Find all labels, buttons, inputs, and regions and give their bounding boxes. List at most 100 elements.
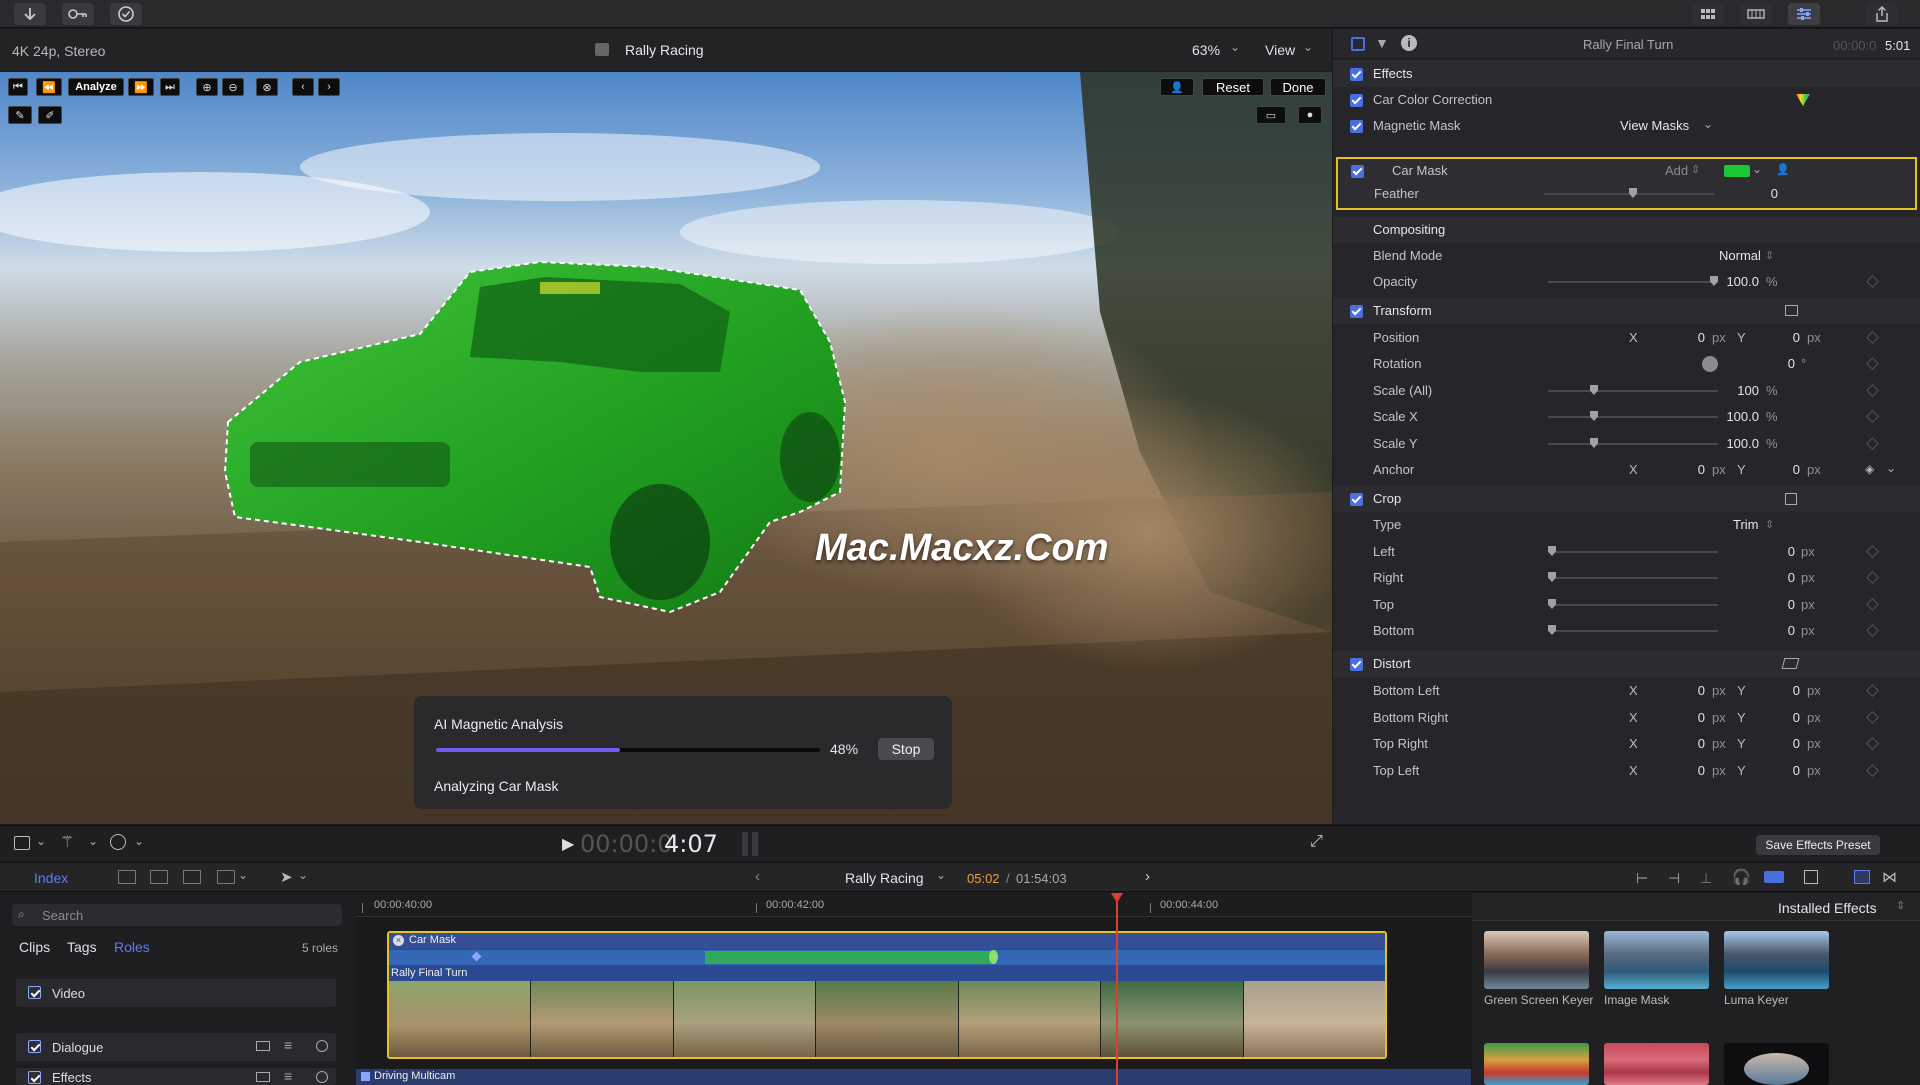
- car-mask-group[interactable]: Car Mask Add ⇕ ⌄ 👤 Feather 0: [1336, 157, 1917, 210]
- effect-thumb[interactable]: [1724, 1043, 1829, 1085]
- scale-x-value[interactable]: 100.0: [1701, 409, 1759, 424]
- background-tasks-button[interactable]: [110, 3, 142, 25]
- transform-checkbox[interactable]: [1350, 305, 1363, 318]
- import-button[interactable]: [14, 3, 46, 25]
- crop-bottom-row[interactable]: Bottom 0 px: [1333, 618, 1920, 644]
- next-button[interactable]: ›: [318, 78, 340, 96]
- transform-chevron-down-icon[interactable]: ⌄: [36, 834, 46, 848]
- transform-tool-icon[interactable]: [14, 836, 30, 850]
- effects-section[interactable]: Effects: [1333, 61, 1920, 87]
- role-row-dialogue[interactable]: Dialogue ≡: [16, 1033, 336, 1061]
- insert-clip-icon[interactable]: [150, 870, 168, 884]
- distort-top-left-row[interactable]: Top Left X 0 px Y 0 px: [1333, 758, 1920, 784]
- scale-all-slider[interactable]: [1548, 385, 1718, 395]
- scale-y-value[interactable]: 100.0: [1701, 436, 1759, 451]
- tab-tags[interactable]: Tags: [67, 939, 97, 955]
- top-left-x-value[interactable]: 0: [1663, 763, 1705, 778]
- keyframe-icon[interactable]: [1866, 737, 1879, 750]
- crop-right-slider-knob[interactable]: [1548, 572, 1556, 582]
- reset-button[interactable]: Reset: [1202, 78, 1264, 96]
- transform-onscreen-icon[interactable]: [1785, 305, 1798, 316]
- effects-browser-icon[interactable]: [1854, 870, 1870, 884]
- crop-top-value[interactable]: 0: [1753, 597, 1795, 612]
- effects-checkbox[interactable]: [1350, 68, 1363, 81]
- info-icon[interactable]: i: [1401, 35, 1417, 51]
- share-button[interactable]: [1866, 3, 1898, 25]
- keyframe-icon[interactable]: [1866, 764, 1879, 777]
- view-masks-menu[interactable]: View Masks: [1620, 118, 1689, 133]
- fast-forward-button[interactable]: ⏩: [128, 78, 154, 96]
- keyframe-icon[interactable]: [1866, 331, 1879, 344]
- timeline-ruler[interactable]: 00:00:40:00 00:00:42:00 00:00:44:00: [356, 893, 1471, 917]
- video-inspector-icon[interactable]: [1351, 37, 1365, 51]
- color-inspector-icon[interactable]: ▼: [1375, 35, 1389, 51]
- view-masks-chevron-down-icon[interactable]: ⌄: [1703, 117, 1713, 131]
- crop-left-row[interactable]: Left 0 px: [1333, 539, 1920, 565]
- installed-effects-menu[interactable]: Installed Effects: [1778, 900, 1877, 916]
- list-icon[interactable]: ≡: [284, 1068, 292, 1084]
- feather-slider[interactable]: [1544, 188, 1714, 198]
- list-icon[interactable]: ≡: [284, 1037, 292, 1053]
- updown-chevron-icon[interactable]: ⇕: [1765, 518, 1774, 531]
- erase-brush-button[interactable]: ✐: [38, 106, 62, 124]
- playhead[interactable]: [1116, 893, 1118, 1085]
- position-y-value[interactable]: 0: [1758, 330, 1800, 345]
- crop-right-row[interactable]: Right 0 px: [1333, 565, 1920, 591]
- view-mask-button[interactable]: ●: [1298, 106, 1322, 124]
- speed-gauge-icon[interactable]: [110, 834, 126, 850]
- dialogue-role-checkbox[interactable]: [28, 1040, 41, 1053]
- timeline-area[interactable]: 00:00:40:00 00:00:42:00 00:00:44:00 × Ca…: [356, 893, 1471, 1085]
- speed-chevron-down-icon[interactable]: ⌄: [134, 834, 144, 848]
- go-start-button[interactable]: ⏮: [8, 78, 28, 96]
- effect-thumb[interactable]: [1484, 1043, 1589, 1085]
- enhance-chevron-down-icon[interactable]: ⌄: [88, 834, 98, 848]
- crop-left-value[interactable]: 0: [1753, 544, 1795, 559]
- crop-type-menu[interactable]: Trim: [1733, 517, 1759, 532]
- mask-color-chevron-down-icon[interactable]: ⌄: [1752, 162, 1762, 176]
- select-tool-arrow-icon[interactable]: ➤: [280, 868, 293, 886]
- crop-right-value[interactable]: 0: [1753, 570, 1795, 585]
- lane-icon[interactable]: [256, 1072, 270, 1082]
- crop-top-slider-knob[interactable]: [1548, 599, 1556, 609]
- multicam-clip[interactable]: Driving Multicam: [356, 1069, 1471, 1085]
- anchor-x-value[interactable]: 0: [1663, 462, 1705, 477]
- clip-appearance-icon[interactable]: [1804, 870, 1818, 884]
- effects-role-checkbox[interactable]: [28, 1071, 41, 1084]
- timeline-project-name[interactable]: Rally Racing: [845, 870, 924, 886]
- overwrite-clip-icon[interactable]: [217, 870, 235, 884]
- crop-checkbox[interactable]: [1350, 493, 1363, 506]
- keyframe-icon[interactable]: [1866, 711, 1879, 724]
- mask-lane[interactable]: × Car Mask: [389, 933, 1385, 949]
- browser-toggle-button[interactable]: [1692, 3, 1724, 25]
- done-button[interactable]: Done: [1270, 78, 1326, 96]
- timeline-toggle-button[interactable]: [1740, 3, 1772, 25]
- zoom-chevron-down-icon[interactable]: ⌄: [1230, 40, 1240, 54]
- keyframe-icon[interactable]: [1866, 357, 1879, 370]
- transitions-browser-icon[interactable]: ⋈: [1882, 868, 1897, 886]
- add-mask-point-button[interactable]: ⊕: [196, 78, 218, 96]
- crop-type-row[interactable]: Type Trim ⇕: [1333, 512, 1920, 538]
- crop-top-row[interactable]: Top 0 px: [1333, 592, 1920, 618]
- bottom-left-x-value[interactable]: 0: [1663, 683, 1705, 698]
- tab-roles[interactable]: Roles: [114, 939, 150, 955]
- car-mask-checkbox[interactable]: [1351, 165, 1364, 178]
- keyframe-marker-icon[interactable]: [471, 951, 482, 962]
- effect-thumb[interactable]: [1604, 1043, 1709, 1085]
- keyframe-icon[interactable]: [1866, 275, 1879, 288]
- inspector-toggle-button[interactable]: [1788, 3, 1820, 25]
- crop-left-slider[interactable]: [1548, 546, 1718, 556]
- history-back-icon[interactable]: ‹: [755, 868, 760, 885]
- crop-bottom-slider[interactable]: [1548, 625, 1718, 635]
- crop-onscreen-icon[interactable]: [1785, 493, 1797, 505]
- scale-x-row[interactable]: Scale X 100.0 %: [1333, 404, 1920, 430]
- search-field[interactable]: ⌕ Search: [12, 904, 342, 926]
- feather-slider-knob[interactable]: [1629, 188, 1637, 198]
- keyframe-icon[interactable]: [1866, 545, 1879, 558]
- stop-button[interactable]: Stop: [878, 738, 934, 760]
- bottom-left-y-value[interactable]: 0: [1758, 683, 1800, 698]
- keyframe-icon[interactable]: [1866, 437, 1879, 450]
- keyframe-icon[interactable]: [1866, 384, 1879, 397]
- scale-x-slider-knob[interactable]: [1590, 411, 1598, 421]
- tab-clips[interactable]: Clips: [19, 939, 50, 955]
- magic-wand-icon[interactable]: ⚚: [60, 832, 74, 852]
